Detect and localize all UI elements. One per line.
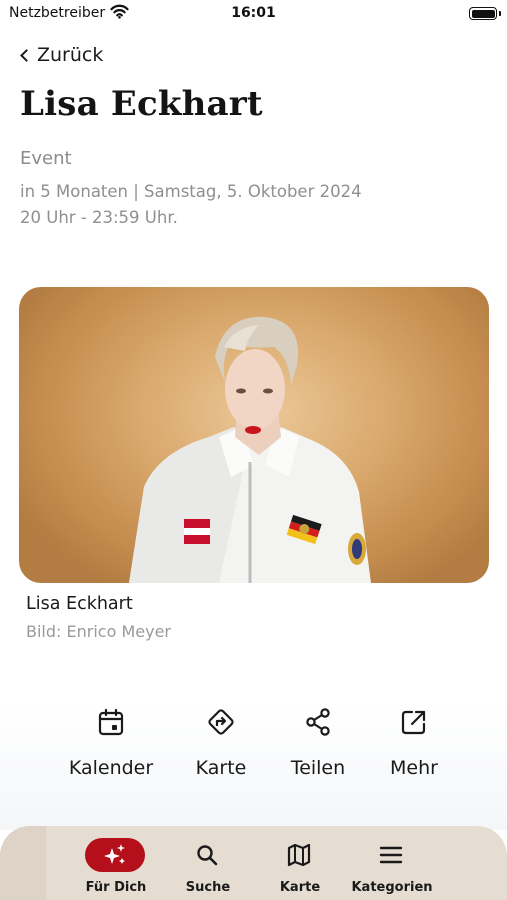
- event-category: Event: [20, 148, 72, 169]
- share-action-label: Teilen: [290, 757, 346, 779]
- back-label: Zurück: [37, 44, 104, 66]
- directions-icon: [206, 707, 236, 737]
- event-time: 20 Uhr - 23:59 Uhr.: [20, 208, 178, 227]
- tab-bar-edge: [0, 826, 46, 900]
- calendar-icon: [96, 707, 126, 737]
- tab-for-you[interactable]: Für Dich: [70, 836, 162, 898]
- status-bar: Netzbetreiber 16:01: [0, 0, 507, 28]
- external-link-icon: [399, 707, 429, 737]
- tab-for-you-label: Für Dich: [85, 880, 147, 895]
- photo-credit: Bild: Enrico Meyer: [26, 622, 171, 641]
- clock: 16:01: [231, 5, 276, 21]
- chevron-left-icon: [20, 48, 33, 62]
- share-icon: [303, 707, 333, 737]
- calendar-action-button[interactable]: Kalender: [56, 703, 166, 783]
- tab-map[interactable]: Karte: [254, 836, 346, 898]
- directions-action-label: Karte: [195, 757, 247, 779]
- event-date: in 5 Monaten | Samstag, 5. Oktober 2024: [20, 182, 362, 201]
- tab-search-label: Suche: [185, 880, 231, 895]
- tab-categories-label: Kategorien: [351, 880, 433, 895]
- event-photo[interactable]: [19, 287, 489, 583]
- photo-caption: Lisa Eckhart: [26, 594, 133, 614]
- menu-icon: [378, 842, 404, 868]
- battery-icon: [469, 7, 497, 20]
- back-button[interactable]: Zurück: [18, 43, 103, 67]
- tab-search[interactable]: Suche: [162, 836, 254, 898]
- more-action-label: Mehr: [390, 757, 438, 779]
- share-action-button[interactable]: Teilen: [263, 703, 373, 783]
- battery-cap: [499, 11, 501, 16]
- map-icon: [286, 842, 312, 868]
- calendar-action-label: Kalender: [68, 757, 154, 779]
- tab-categories[interactable]: Kategorien: [346, 836, 438, 898]
- more-action-button[interactable]: Mehr: [359, 703, 469, 783]
- tab-map-label: Karte: [279, 880, 321, 895]
- directions-action-button[interactable]: Karte: [166, 703, 276, 783]
- sparkles-icon: [102, 842, 128, 868]
- event-title: Lisa Eckhart: [20, 84, 263, 124]
- search-icon: [194, 842, 220, 868]
